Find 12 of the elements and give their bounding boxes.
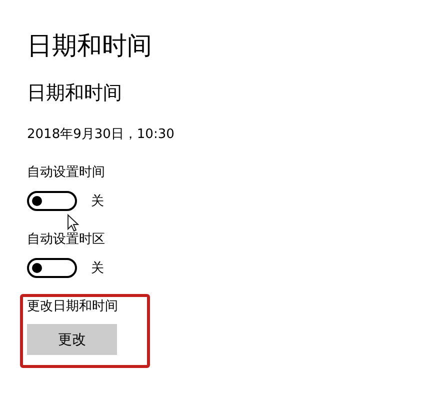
setting-label: 自动设置时间 [27, 164, 106, 182]
toggle-switch[interactable] [27, 191, 77, 211]
setting-label: 自动设置时区 [27, 231, 106, 249]
cursor-icon [67, 214, 79, 232]
change-button[interactable]: 更改 [27, 324, 117, 355]
toggle-switch[interactable] [27, 258, 77, 278]
setting-label: 更改日期和时间 [27, 298, 119, 316]
current-datetime: 2018年9月30日，10:30 [27, 126, 176, 144]
section-title: 日期和时间 [27, 81, 123, 106]
toggle-state: 关 [91, 260, 104, 277]
toggle-state: 关 [91, 193, 104, 210]
page-title: 日期和时间 [27, 30, 153, 62]
